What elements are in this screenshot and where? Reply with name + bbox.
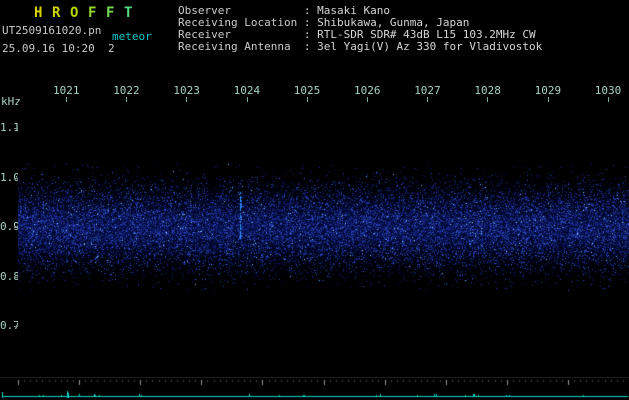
- info-label: Receiving Antenna: [178, 40, 304, 53]
- time-axis-tick: [427, 97, 429, 102]
- title-letter: F: [106, 5, 115, 21]
- title-letter: H: [34, 5, 43, 21]
- time-axis-label: 1028: [474, 84, 501, 97]
- receiver-info-block: Observer : Masaki Kano Receiving Location…: [178, 5, 542, 53]
- time-axis-label: 1023: [173, 84, 200, 97]
- time-axis-label: 1022: [113, 84, 140, 97]
- freq-axis: 1.1 1.0 0.9 0.8 0.7: [0, 0, 20, 400]
- title-letter: F: [88, 5, 97, 21]
- time-axis-tick: [607, 97, 609, 102]
- hrofft-screen: HROFFT UT2509161020.pn meteor 25.09.16 1…: [0, 0, 629, 400]
- time-axis-label: 1027: [414, 84, 441, 97]
- time-axis-tick: [487, 97, 489, 102]
- time-axis-tick: [246, 97, 248, 102]
- time-axis-label: 1026: [354, 84, 381, 97]
- time-axis-tick: [367, 97, 368, 102]
- signal-strip-canvas: [0, 378, 629, 400]
- spectrogram-canvas: [18, 104, 629, 376]
- time-axis-label: 1030: [594, 84, 622, 97]
- time-axis-tick: [66, 97, 67, 102]
- time-axis-label: 1029: [534, 84, 562, 97]
- title-letter: O: [70, 5, 79, 21]
- time-axis-label: 1025: [293, 84, 321, 97]
- title-letter: T: [124, 5, 133, 21]
- time-axis-tick: [547, 97, 549, 102]
- time-axis-tick: [186, 97, 188, 102]
- time-axis-label: 1021: [53, 84, 80, 97]
- app-title: HROFFT: [34, 5, 142, 21]
- time-axis-tick: [126, 97, 128, 102]
- time-axis-tick: [306, 97, 308, 102]
- header-counter: 2: [108, 42, 115, 55]
- mode-label: meteor: [112, 30, 152, 43]
- title-letter: R: [52, 5, 61, 21]
- info-value: : 3el Yagi(V) Az 330 for Vladivostok: [303, 40, 543, 53]
- time-axis: 1021 1022 1023 1024 1025 1026 1027 1028 1029 1030: [0, 85, 629, 103]
- time-axis-label: 1024: [233, 84, 261, 97]
- receiver-info-line: Receiving Antenna : 3el Yagi(V) Az 330 f…: [178, 41, 542, 53]
